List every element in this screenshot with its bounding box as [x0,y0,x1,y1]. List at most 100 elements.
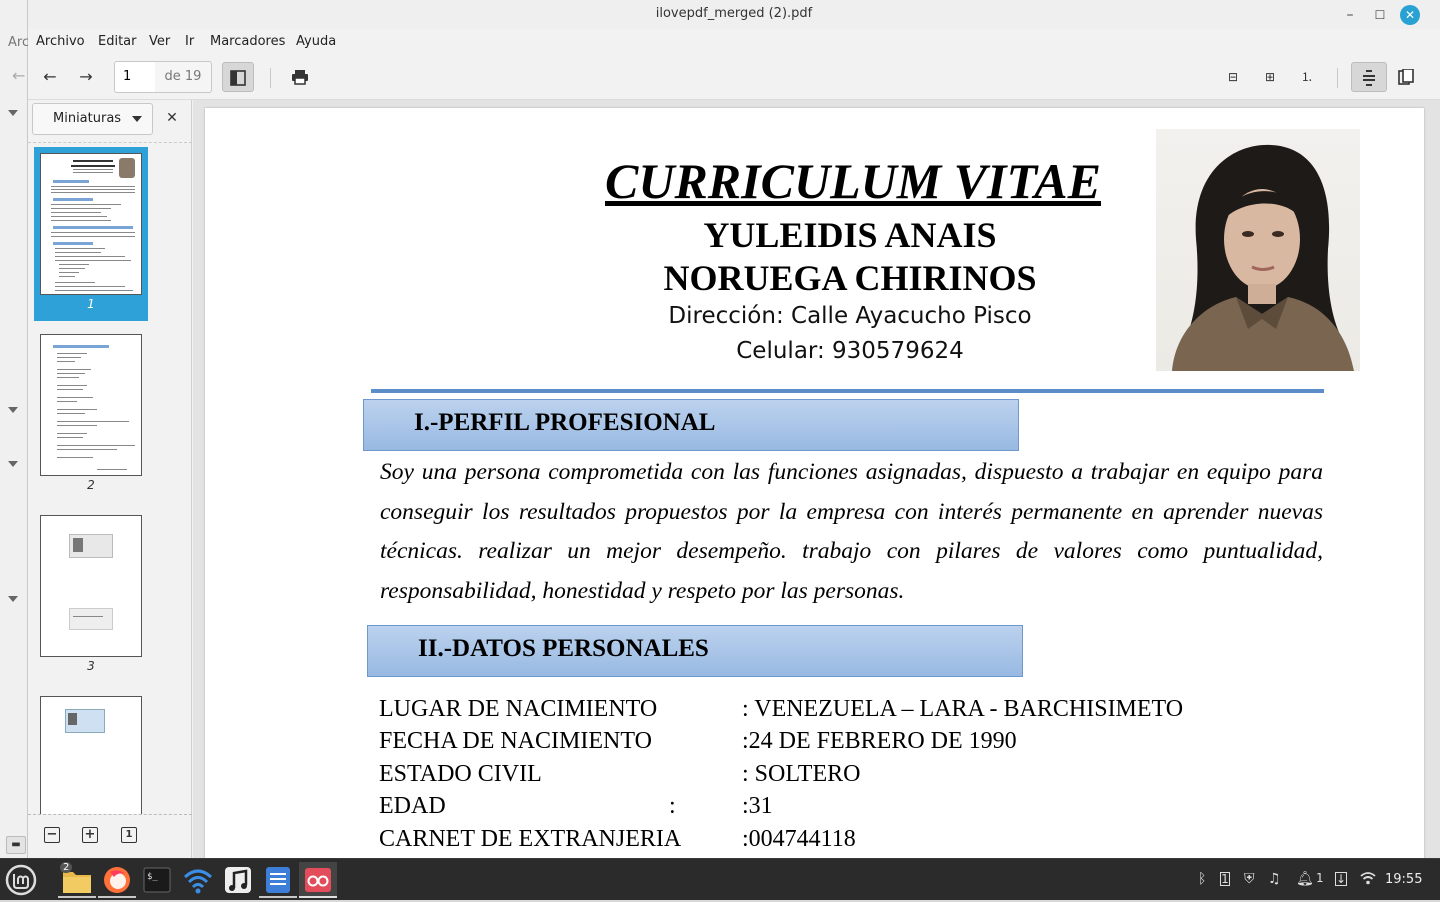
taskbar-files[interactable]: 2 [58,862,96,898]
thumbnail-page-number: 2 [87,478,95,492]
music-icon [225,867,251,893]
forward-arrow-icon[interactable]: → [70,62,102,92]
clock[interactable]: 19:55 [1385,872,1422,887]
section-datos-personales: II.-DATOS PERSONALES [367,625,1023,677]
sidebar-close-button[interactable]: ✕ [162,108,182,128]
close-button[interactable]: ✕ [1400,5,1420,25]
thumbnail-zoom-in-button[interactable]: + [82,827,98,843]
menu-archivo[interactable]: Archivo [36,34,85,49]
thumbnail-page-2[interactable]: 2 [34,328,148,502]
background-window[interactable]: Arc ← ▬ [0,0,28,858]
text-editor-icon [266,867,290,893]
wifi-tray-icon[interactable] [1360,871,1376,889]
pdf-page: CURRICULUM VITAE YULEIDIS ANAIS NORUEGA … [205,108,1424,858]
personal-value: : VENEZUELA – LARA - BARCHISIMETO [742,696,1184,722]
personal-key: EDAD [379,793,446,819]
menu-editar[interactable]: Editar [98,34,137,49]
bluetooth-icon[interactable]: ᛒ [1198,871,1206,887]
shield-icon[interactable]: ⛨ [1244,871,1255,887]
firefox-icon [104,867,130,893]
back-arrow-icon: ← [12,66,26,85]
folder-icon[interactable]: ▬ [6,836,26,854]
thumbnail-page-4[interactable]: 4 [34,690,148,814]
print-icon [292,70,308,85]
music-note-icon[interactable]: ♫ [1268,871,1281,887]
thumbnail-page-1[interactable]: 1 [34,147,148,321]
personal-key: LUGAR DE NACIMIENTO [379,696,658,722]
personal-key: ESTADO CIVIL [379,761,542,787]
thumbnail-image [40,515,142,657]
expander-icon[interactable] [8,407,18,413]
notification-count: 1 [1316,871,1324,885]
sidebar-view-select[interactable]: Miniaturas [32,103,153,135]
menu-ver[interactable]: Ver [149,34,170,49]
sidebar-toggle-button[interactable] [222,62,254,92]
thumbnail-list: 1 2 3 [28,142,192,814]
toolbar-separator [270,68,271,88]
sidebar-footer: − + 1 [28,814,192,858]
maximize-button[interactable]: ☐ [1369,4,1391,26]
taskbar-network[interactable] [179,862,217,898]
personal-value: :31 [742,793,773,819]
personal-value: :24 DE FEBRERO DE 1990 [742,728,1017,754]
personal-key: FECHA DE NACIMIENTO [379,728,652,754]
personal-value: : SOLTERO [742,761,861,787]
page-total-label: de 19 [155,61,212,93]
taskbar: 2 $_ ᛒ 1 ⛨ ♫ 🔔︎ 1 ↓ 19:55 [0,858,1440,900]
window-title: ilovepdf_merged (2).pdf [655,6,813,21]
document-viewer-icon [305,868,331,892]
personal-value: :004744118 [742,826,856,852]
thumbnail-page-number: 3 [87,659,95,673]
sidebar-view-select-value: Miniaturas [53,111,122,126]
continuous-view-icon [1363,70,1375,86]
taskbar-firefox[interactable] [98,862,136,898]
mint-logo-icon [5,864,37,896]
title-bar[interactable]: ilovepdf_merged (2).pdf – ☐ ✕ [28,0,1440,29]
thumbnail-zoom-out-button[interactable]: − [44,827,60,843]
expander-icon[interactable] [8,110,18,116]
print-button[interactable] [284,62,316,92]
sidebar-icon [230,70,246,86]
zoom-out-button[interactable]: ⊟ [1217,62,1249,92]
thumbnail-page-number: 1 [87,297,95,311]
toolbar-separator [1337,68,1338,88]
taskbar-terminal[interactable]: $_ [138,862,176,898]
wifi-icon [183,869,213,894]
sidebar: Miniaturas ✕ 1 2 3 − + 1 [28,100,192,858]
chevron-down-icon [132,116,142,122]
menu-ir[interactable]: Ir [185,34,194,49]
actual-size-button[interactable]: ⒈ [1291,62,1323,92]
menu-bar: Archivo Editar Ver Ir Marcadores Ayuda [28,29,1440,56]
taskbar-document-viewer[interactable] [299,862,337,898]
profile-paragraph: Soy una persona comprometida con las fun… [380,459,1323,605]
toolbar: ← → 1 de 19 ⊟ ⊞ ⒈ [28,56,1440,100]
thumbnail-image [40,696,142,814]
mint-menu-button[interactable] [3,862,39,898]
update-icon[interactable]: ↓ [1335,872,1347,886]
dual-page-button[interactable] [1390,62,1422,92]
page-number-input[interactable]: 1 [114,61,156,93]
expander-icon[interactable] [8,596,18,602]
personal-key: CARNET DE EXTRANJERIA [379,826,682,852]
section-perfil-profesional: I.-PERFIL PROFESIONAL [363,399,1019,451]
taskbar-music[interactable] [219,862,257,898]
background-menu-partial: Arc [8,35,28,50]
thumbnail-actual-size-button[interactable]: 1 [121,827,137,843]
document-viewport[interactable]: CURRICULUM VITAE YULEIDIS ANAIS NORUEGA … [193,100,1440,858]
terminal-icon: $_ [143,867,171,893]
back-arrow-icon[interactable]: ← [34,62,66,92]
minimize-button[interactable]: – [1339,4,1361,26]
thumbnail-page-3[interactable]: 3 [34,509,148,683]
cv-title: CURRICULUM VITAE [605,153,1101,209]
zoom-in-button[interactable]: ⊞ [1254,62,1286,92]
svg-text:$_: $_ [147,872,158,882]
pdf-viewer-window: ilovepdf_merged (2).pdf – ☐ ✕ Archivo Ed… [28,0,1440,858]
continuous-view-button[interactable] [1351,62,1387,92]
menu-ayuda[interactable]: Ayuda [296,34,336,49]
clipboard-icon[interactable]: 1 [1220,872,1230,886]
profile-photo [1156,129,1360,371]
menu-marcadores[interactable]: Marcadores [210,34,285,49]
notification-icon[interactable]: 🔔︎ [1296,871,1314,887]
taskbar-text-editor[interactable] [259,862,297,898]
expander-icon[interactable] [8,461,18,467]
